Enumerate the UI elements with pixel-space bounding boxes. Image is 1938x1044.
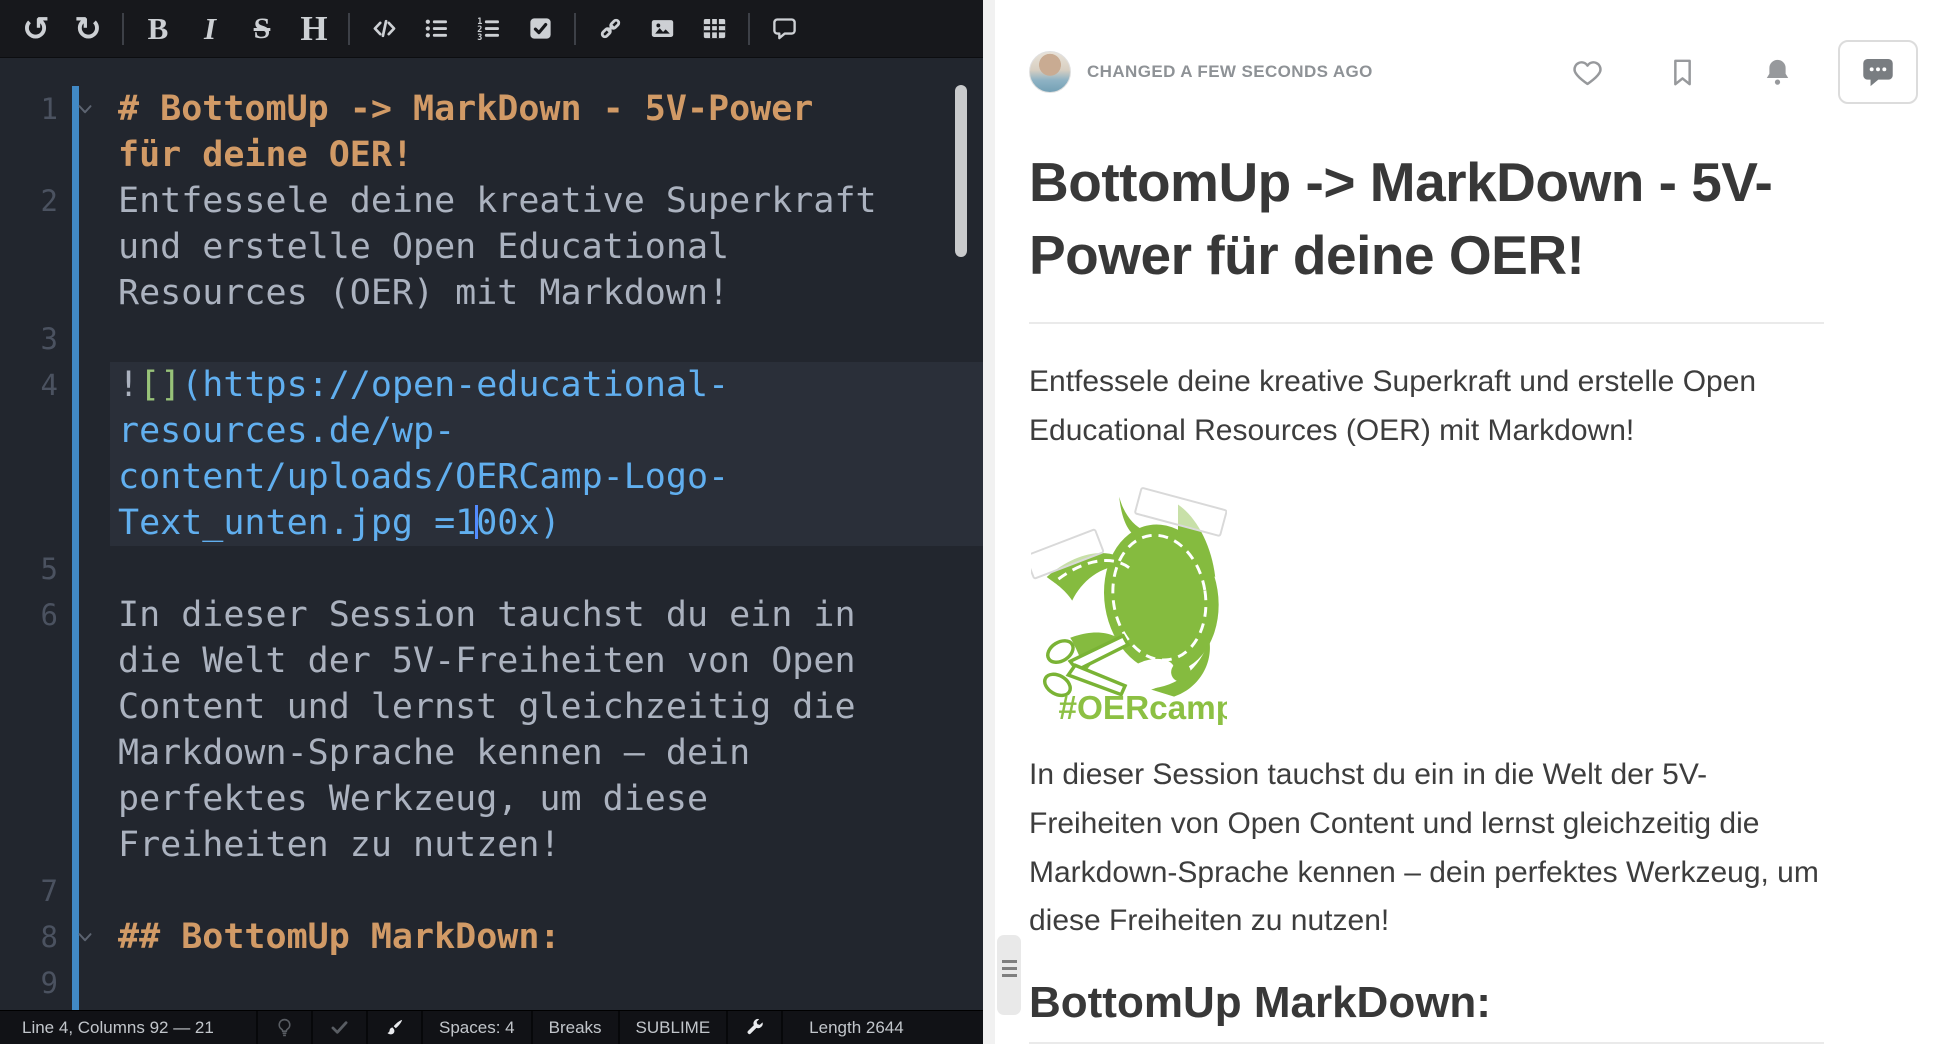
preview-header: CHANGED A FEW SECONDS AGO [995, 0, 1938, 104]
svg-text:3: 3 [477, 32, 482, 42]
line-number: 8 [0, 914, 58, 960]
fold-gutter [58, 362, 110, 546]
fold-gutter [58, 178, 110, 316]
strikethrough-icon[interactable]: S [236, 5, 288, 53]
session-paragraph: In dieser Session tauchst du ein in die … [1029, 751, 1819, 945]
bullet-list-icon[interactable] [410, 5, 462, 53]
toolbar-separator [748, 13, 750, 45]
oercamp-logo-image: #OERcamp [1031, 483, 1227, 725]
editor-line-10[interactable]: 10**Verwahren & Vervielfältigen** [0, 1006, 983, 1010]
toolbar-separator [574, 13, 576, 45]
pane-resize-divider[interactable] [983, 0, 995, 1044]
link-icon[interactable] [584, 5, 636, 53]
line-number: 7 [0, 868, 58, 914]
editor-line-4[interactable]: 4![](https://open-educational-resources.… [0, 362, 983, 546]
cursor-position: Line 4, Columns 92 — 21 [0, 1011, 258, 1044]
bookmark-icon[interactable] [1666, 56, 1699, 89]
numbered-list-icon[interactable]: 123 [462, 5, 514, 53]
preferences-wrench-icon[interactable] [728, 1011, 783, 1044]
editor-line-5[interactable]: 5 [0, 546, 983, 592]
redo-icon[interactable]: ↻ [62, 5, 114, 53]
line-number: 6 [0, 592, 58, 868]
checklist-icon[interactable] [514, 5, 566, 53]
code-icon[interactable] [358, 5, 410, 53]
editor-line-9[interactable]: 9 [0, 960, 983, 1006]
bold-icon[interactable]: B [132, 5, 184, 53]
toolbar: ↺↻ BISH 123 [0, 0, 983, 58]
linebreak-setting[interactable]: Breaks [533, 1011, 620, 1044]
line-number: 5 [0, 546, 58, 592]
markdown-editor[interactable]: 1# BottomUp -> MarkDown - 5V-Powerfür de… [0, 58, 983, 1010]
editor-line-8[interactable]: 8## BottomUp MarkDown: [0, 914, 983, 960]
editor-pane: ↺↻BISH123 1# BottomUp -> MarkDown - 5V-P… [0, 0, 983, 1044]
title-divider [1029, 322, 1824, 324]
line-number: 3 [0, 316, 58, 362]
editor-line-1[interactable]: 1# BottomUp -> MarkDown - 5V-Powerfür de… [0, 86, 983, 178]
line-number: 10 [0, 1006, 58, 1010]
preview-header-icons [1509, 56, 1794, 89]
editor-line-3[interactable]: 3 [0, 316, 983, 362]
editor-lines: 1# BottomUp -> MarkDown - 5V-Powerfür de… [0, 86, 983, 1010]
keymap-setting[interactable]: SUBLIME [620, 1011, 729, 1044]
fold-chevron-down-icon[interactable] [58, 914, 110, 960]
line-number: 9 [0, 960, 58, 1006]
line-number: 2 [0, 178, 58, 316]
hint-lightbulb-icon[interactable] [258, 1011, 313, 1044]
avatar[interactable] [1029, 51, 1071, 93]
status-bar: Line 4, Columns 92 — 21 Spaces: 4BreaksSU… [0, 1010, 983, 1044]
bell-icon[interactable] [1761, 56, 1794, 89]
comments-button[interactable] [1838, 40, 1918, 104]
heading-icon[interactable]: H [288, 5, 340, 53]
section-heading: BottomUp MarkDown: [1029, 980, 1819, 1026]
divider-grip-handle[interactable] [997, 935, 1021, 1015]
fold-gutter [58, 1006, 110, 1010]
toolbar-separator [348, 13, 350, 45]
indent-setting[interactable]: Spaces: 4 [423, 1011, 533, 1044]
comment-icon[interactable] [758, 5, 810, 53]
last-changed-label: CHANGED A FEW SECONDS AGO [1087, 62, 1373, 82]
editor-line-2[interactable]: 2Entfessele deine kreative Superkraftund… [0, 178, 983, 316]
image-icon[interactable] [636, 5, 688, 53]
theme-brush-icon[interactable] [368, 1011, 423, 1044]
fold-gutter [58, 868, 110, 914]
fold-gutter [58, 546, 110, 592]
doc-length: Length 2644 [783, 1011, 983, 1044]
editor-scrollbar[interactable] [955, 85, 967, 257]
fold-gutter [58, 316, 110, 362]
fold-chevron-down-icon[interactable] [58, 86, 110, 178]
intro-paragraph: Entfessele deine kreative Superkraft und… [1029, 358, 1819, 455]
fold-gutter [58, 960, 110, 1006]
editor-line-6[interactable]: 6In dieser Session tauchst du ein indie … [0, 592, 983, 868]
document-title: BottomUp -> MarkDown - 5V-Power für dein… [1029, 146, 1819, 292]
table-icon[interactable] [688, 5, 740, 53]
app-window: ↺↻BISH123 1# BottomUp -> MarkDown - 5V-P… [0, 0, 1938, 1044]
oercamp-logo-caption: #OERcamp [1058, 691, 1227, 726]
toolbar-separator [122, 13, 124, 45]
italic-icon[interactable]: I [184, 5, 236, 53]
undo-icon[interactable]: ↺ [10, 5, 62, 53]
preview-content: BottomUp -> MarkDown - 5V-Power für dein… [995, 146, 1819, 1044]
fold-gutter [58, 592, 110, 868]
editor-line-7[interactable]: 7 [0, 868, 983, 914]
spellcheck-check-icon[interactable] [313, 1011, 368, 1044]
line-number: 4 [0, 362, 58, 546]
line-number: 1 [0, 86, 58, 178]
heart-icon[interactable] [1571, 56, 1604, 89]
preview-pane: CHANGED A FEW SECONDS AGO BottomUp -> Ma… [995, 0, 1938, 1044]
